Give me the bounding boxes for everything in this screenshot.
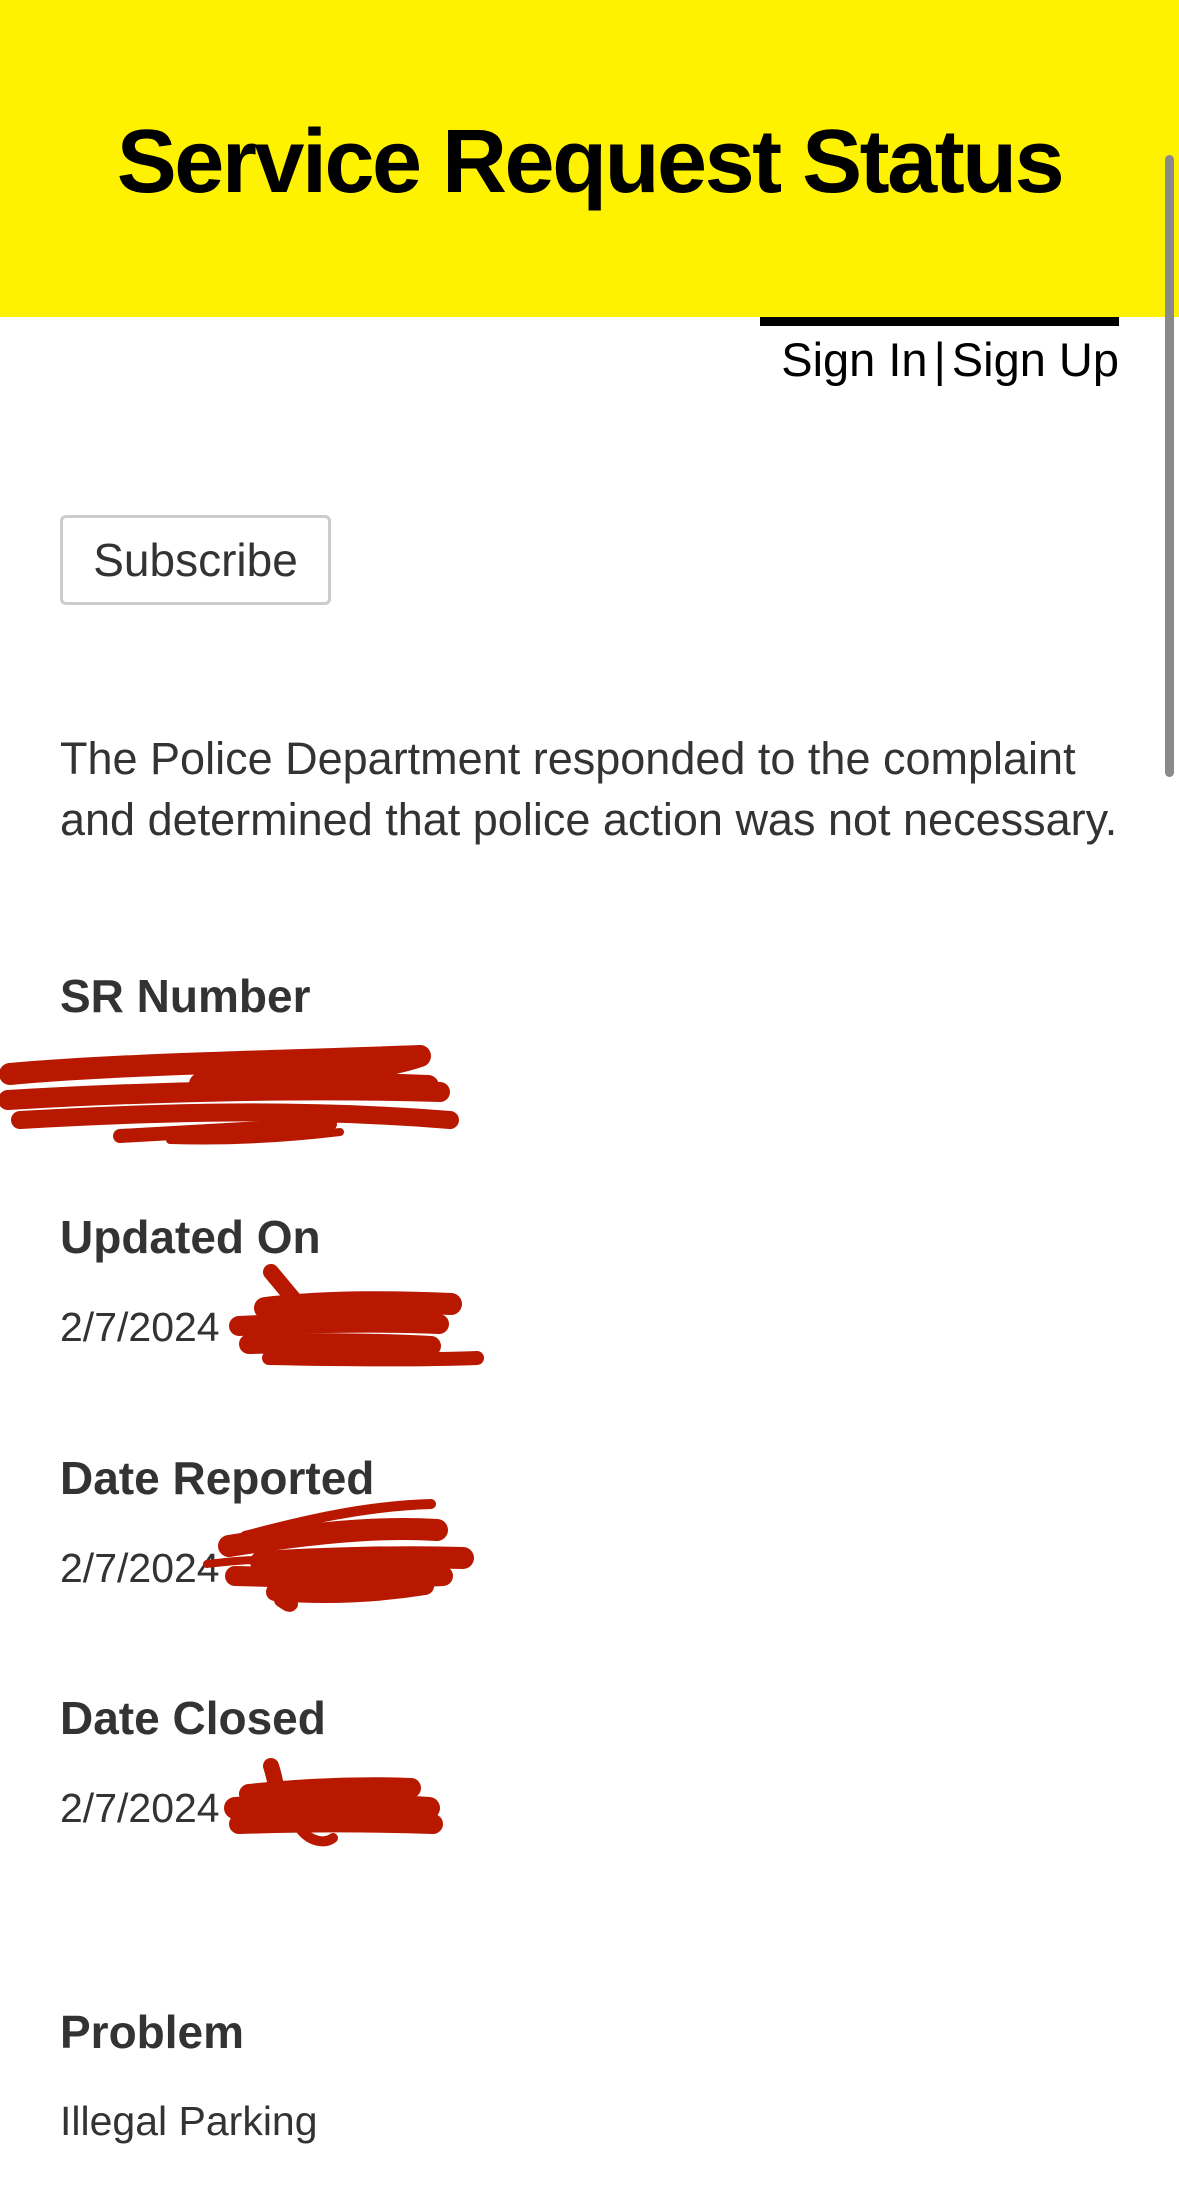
- date-reported-value: 2/7/2024: [60, 1545, 220, 1591]
- sign-up-link[interactable]: Sign Up: [952, 333, 1119, 386]
- sign-in-link[interactable]: Sign In: [781, 333, 927, 386]
- sr-number-redaction: [0, 1045, 459, 1145]
- sr-number-label: SR Number: [60, 970, 311, 1022]
- date-closed-redaction: [224, 1758, 443, 1847]
- page: Service Request Status Sign In | Sign Up S…: [0, 0, 1179, 2203]
- date-closed-label: Date Closed: [60, 1692, 326, 1744]
- problem-label: Problem: [60, 2006, 245, 2058]
- header-banner: Service Request Status: [0, 0, 1179, 317]
- auth-separator: |: [933, 333, 946, 386]
- page-title: Service Request Status: [116, 112, 1065, 212]
- updated-on-redaction: [229, 1264, 484, 1367]
- vertical-scrollbar[interactable]: [1165, 155, 1174, 777]
- auth-links: Sign In | Sign Up: [781, 330, 1119, 390]
- problem-value: Illegal Parking: [60, 2098, 318, 2144]
- updated-on-value: 2/7/2024: [60, 1304, 220, 1350]
- status-message: The Police Department responded to the c…: [60, 733, 1118, 845]
- date-closed-value: 2/7/2024: [60, 1785, 220, 1831]
- auth-bar-divider: [760, 317, 1119, 326]
- subscribe-button[interactable]: Subscribe: [60, 515, 331, 605]
- date-reported-redaction: [203, 1499, 474, 1612]
- updated-on-label: Updated On: [60, 1211, 321, 1263]
- date-reported-label: Date Reported: [60, 1452, 375, 1504]
